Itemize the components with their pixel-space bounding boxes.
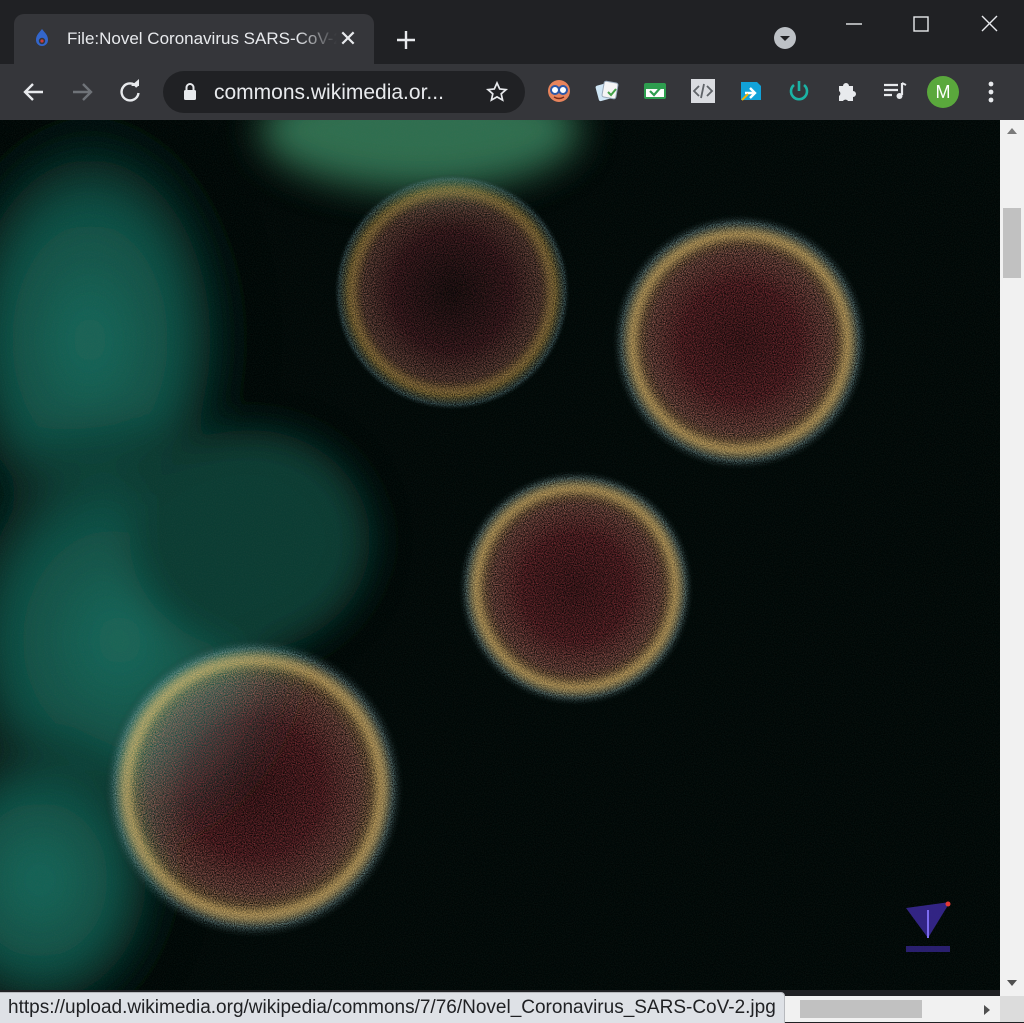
- back-arrow-icon[interactable]: [19, 77, 49, 107]
- tab-close-icon[interactable]: ✕: [336, 27, 360, 51]
- watermark-logo: [906, 901, 951, 952]
- kebab-menu-icon[interactable]: [982, 78, 1000, 106]
- cards-extension-icon[interactable]: [594, 78, 620, 104]
- maximize-icon[interactable]: [906, 10, 936, 38]
- title-bar: File:Novel Coronavirus SARS-CoV-2.jpg ✕: [0, 0, 1024, 64]
- page-viewport: [0, 120, 1000, 990]
- bookmark-star-icon[interactable]: [485, 80, 509, 104]
- reload-icon[interactable]: [115, 77, 145, 107]
- scroll-up-arrow-icon[interactable]: [1006, 126, 1018, 136]
- puzzle-extensions-icon[interactable]: [834, 78, 860, 104]
- horizontal-scroll-thumb[interactable]: [800, 1000, 922, 1018]
- scrollbar-corner: [1000, 996, 1024, 1022]
- power-extension-icon[interactable]: [786, 78, 812, 104]
- close-icon[interactable]: [974, 10, 1004, 38]
- wikimedia-commons-icon: [36, 29, 48, 46]
- browser-toolbar: commons.wikimedia.or... M: [0, 64, 1024, 120]
- new-tab-icon[interactable]: [392, 26, 420, 54]
- address-bar[interactable]: commons.wikimedia.or...: [163, 71, 525, 113]
- share-extension-icon[interactable]: [738, 78, 764, 104]
- forward-arrow-icon[interactable]: [67, 77, 97, 107]
- glasses-extension-icon[interactable]: [546, 78, 572, 104]
- scroll-right-arrow-icon[interactable]: [982, 1004, 992, 1016]
- coronavirus-micrograph-image: [0, 120, 1000, 990]
- url-text[interactable]: commons.wikimedia.or...: [214, 81, 464, 105]
- media-control-icon[interactable]: [882, 78, 908, 104]
- minimize-icon[interactable]: [839, 10, 869, 38]
- status-bar-link: https://upload.wikimedia.org/wikipedia/c…: [0, 992, 785, 1023]
- scroll-down-arrow-icon[interactable]: [1006, 978, 1018, 988]
- profile-avatar[interactable]: M: [927, 76, 959, 108]
- code-extension-icon[interactable]: [690, 78, 716, 104]
- vertical-scrollbar[interactable]: [1000, 120, 1024, 1000]
- tab-search-button[interactable]: [774, 27, 796, 49]
- vertical-scroll-thumb[interactable]: [1003, 208, 1021, 278]
- browser-tab[interactable]: File:Novel Coronavirus SARS-CoV-2.jpg ✕: [14, 14, 374, 64]
- mail-check-extension-icon[interactable]: [642, 78, 668, 104]
- lock-icon[interactable]: [183, 82, 197, 102]
- chevron-down-icon: [780, 36, 790, 41]
- tab-title: File:Novel Coronavirus SARS-CoV-2.jpg: [67, 29, 337, 48]
